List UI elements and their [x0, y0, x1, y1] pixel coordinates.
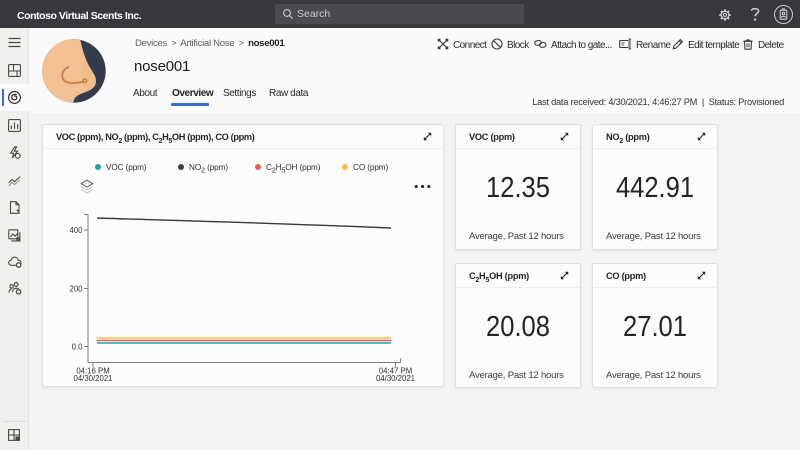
svg-text:400: 400: [69, 226, 83, 235]
svg-text:0.0: 0.0: [72, 342, 84, 351]
svg-text:04/30/2021: 04/30/2021: [73, 374, 112, 383]
svg-text:04/30/2021: 04/30/2021: [376, 374, 415, 383]
svg-text:200: 200: [69, 284, 83, 293]
